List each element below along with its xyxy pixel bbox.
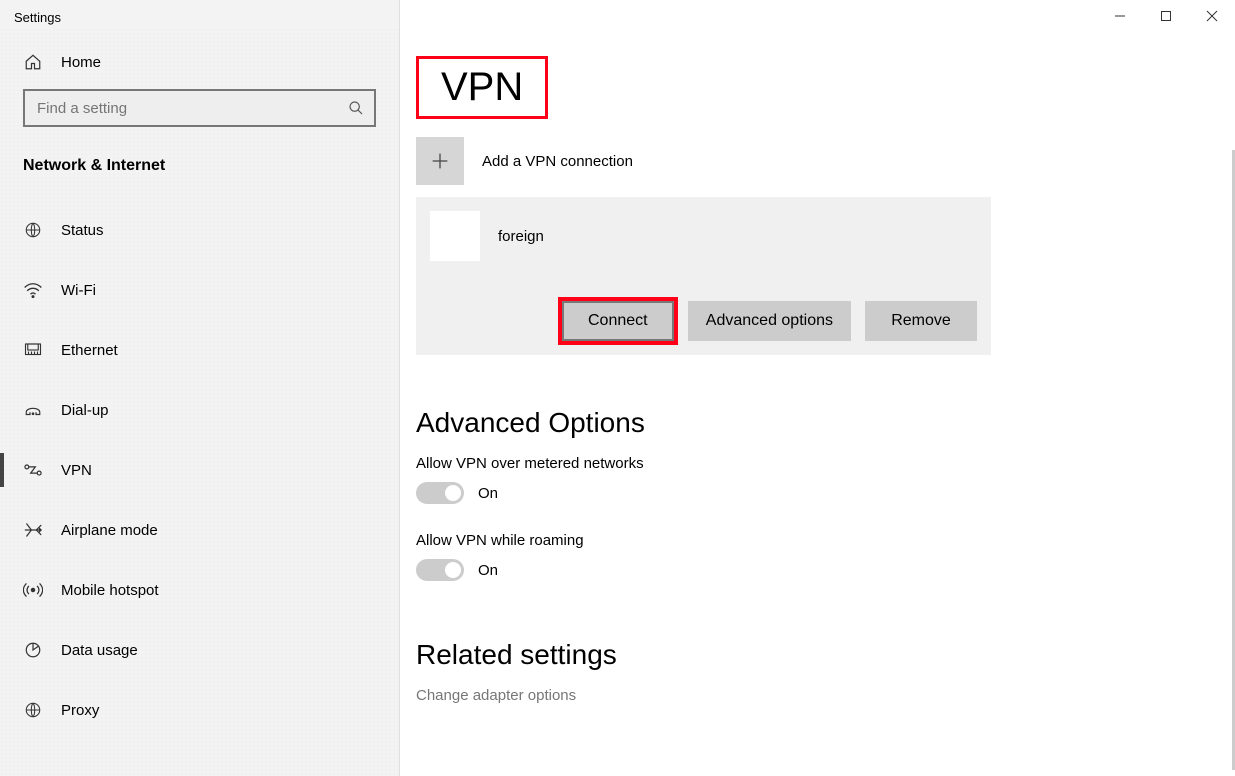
related-settings-heading: Related settings: [416, 639, 1219, 671]
wifi-icon: [23, 282, 43, 298]
connect-button[interactable]: Connect: [562, 301, 674, 341]
toggle-state-metered: On: [478, 485, 498, 502]
home-icon: [23, 53, 43, 71]
link-change-adapter-options[interactable]: Change adapter options: [416, 687, 1219, 704]
maximize-button[interactable]: [1143, 0, 1189, 32]
nav-home-label: Home: [61, 54, 101, 71]
remove-button[interactable]: Remove: [865, 301, 977, 341]
search-box[interactable]: [23, 89, 376, 127]
toggle-label-metered: Allow VPN over metered networks: [416, 455, 1219, 472]
toggle-metered[interactable]: [416, 482, 464, 504]
sidebar-item-label: Wi-Fi: [61, 282, 96, 299]
hotspot-icon: [23, 581, 43, 599]
minimize-button[interactable]: [1097, 0, 1143, 32]
sidebar-item-status[interactable]: Status: [0, 207, 399, 253]
sidebar-item-wifi[interactable]: Wi-Fi: [0, 267, 399, 313]
sidebar-item-label: Airplane mode: [61, 522, 158, 539]
search-input[interactable]: [35, 99, 348, 118]
advanced-options-button[interactable]: Advanced options: [688, 301, 851, 341]
vpn-connection-name: foreign: [498, 228, 544, 245]
sidebar: Settings Home Network & Internet Status: [0, 0, 400, 776]
dialup-icon: [23, 403, 43, 417]
sidebar-item-ethernet[interactable]: Ethernet: [0, 327, 399, 373]
main-content: VPN Add a VPN connection foreign Connect…: [400, 0, 1235, 776]
sidebar-item-proxy[interactable]: Proxy: [0, 687, 399, 733]
sidebar-item-datausage[interactable]: Data usage: [0, 627, 399, 673]
add-vpn-label: Add a VPN connection: [482, 153, 633, 170]
sidebar-item-label: Status: [61, 222, 104, 239]
plus-icon: [416, 137, 464, 185]
data-usage-icon: [23, 641, 43, 659]
globe-icon: [23, 221, 43, 239]
sidebar-item-label: Dial-up: [61, 402, 109, 419]
ethernet-icon: [23, 342, 43, 358]
sidebar-item-label: VPN: [61, 462, 92, 479]
toggle-label-roaming: Allow VPN while roaming: [416, 532, 1219, 549]
toggle-roaming[interactable]: [416, 559, 464, 581]
sidebar-item-vpn[interactable]: VPN: [0, 447, 399, 493]
sidebar-item-label: Proxy: [61, 702, 99, 719]
sidebar-item-label: Mobile hotspot: [61, 582, 159, 599]
close-button[interactable]: [1189, 0, 1235, 32]
vpn-connection-icon: [430, 211, 480, 261]
sidebar-item-dialup[interactable]: Dial-up: [0, 387, 399, 433]
search-icon: [348, 100, 364, 116]
window-title: Settings: [0, 0, 399, 29]
advanced-options-heading: Advanced Options: [416, 407, 1219, 439]
airplane-icon: [23, 521, 43, 539]
vpn-icon: [23, 463, 43, 477]
nav-home[interactable]: Home: [0, 29, 399, 89]
add-vpn-button[interactable]: Add a VPN connection: [416, 137, 1219, 185]
sidebar-item-airplane[interactable]: Airplane mode: [0, 507, 399, 553]
proxy-icon: [23, 701, 43, 719]
sidebar-category: Network & Internet: [0, 135, 399, 183]
toggle-state-roaming: On: [478, 562, 498, 579]
vpn-connection-card[interactable]: foreign Connect Advanced options Remove: [416, 197, 991, 355]
sidebar-item-hotspot[interactable]: Mobile hotspot: [0, 567, 399, 613]
sidebar-item-label: Ethernet: [61, 342, 118, 359]
sidebar-item-label: Data usage: [61, 642, 138, 659]
page-title: VPN: [416, 56, 548, 119]
